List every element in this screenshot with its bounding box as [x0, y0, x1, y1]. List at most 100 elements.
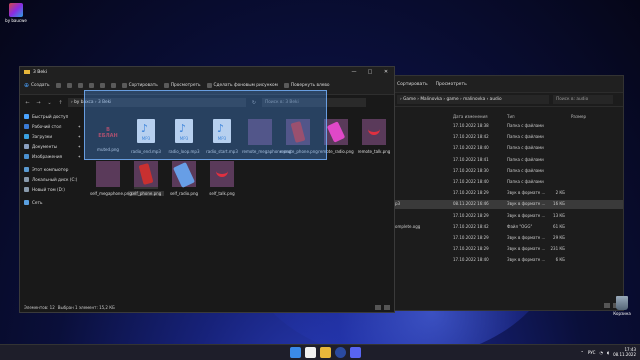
- sidebar-item[interactable]: Этот компьютер: [20, 164, 84, 174]
- rotate-left-button[interactable]: Повернуть влево: [283, 83, 330, 88]
- cell-date: 17.10.2022 18:38: [453, 123, 489, 128]
- sidebar-item[interactable]: Локальный диск (C:): [20, 174, 84, 184]
- cell-date: 17.10.2022 18:30: [453, 167, 489, 173]
- back-breadcrumb[interactable]: › Game › Malinovka › game › malinovka › …: [397, 95, 549, 104]
- language-indicator[interactable]: РУС: [588, 350, 596, 355]
- app-icon[interactable]: [335, 347, 346, 358]
- sidebar-item-icon: [24, 176, 29, 182]
- back-sort-button[interactable]: Сортировать: [397, 82, 428, 87]
- file-item[interactable]: self_talk.png: [204, 159, 240, 196]
- wifi-icon[interactable]: ◔: [599, 350, 603, 355]
- back-file-row[interactable]: omplete.ogg 17.10.2022 18:42 Файл "OGG" 61 …: [393, 223, 623, 232]
- plus-icon: ⊕: [24, 82, 30, 89]
- close-button[interactable]: ✕: [378, 69, 394, 75]
- back-file-row[interactable]: 17.10.2022 18:30 Папка с файлами: [393, 167, 623, 176]
- item-count: Элементов: 12: [24, 304, 55, 310]
- set-wallpaper-button[interactable]: Сделать фоновым рисунком: [206, 83, 278, 88]
- file-item[interactable]: self_megaphone.png: [90, 159, 132, 196]
- back-arrow-icon[interactable]: ←: [24, 100, 31, 106]
- cell-size: 6 КБ: [555, 257, 565, 263]
- back-file-row[interactable]: 17.10.2022 18:29 Звук в формате ... 2 КБ: [393, 189, 623, 198]
- back-file-row[interactable]: 17.10.2022 18:41 Папка с файлами: [393, 156, 623, 165]
- maximize-button[interactable]: □: [362, 69, 378, 75]
- phone-icon: [138, 163, 154, 185]
- delete-button[interactable]: [110, 83, 116, 88]
- navigation-pane: Быстрый доступ Рабочий стол ✦ Загрузки ✦ Доку…: [20, 111, 84, 302]
- column-type[interactable]: Тип: [507, 114, 515, 119]
- back-file-row[interactable]: 17.10.2022 18:40 Папка с файлами: [393, 178, 623, 187]
- sidebar-item[interactable]: Загрузки ✦: [20, 131, 84, 141]
- cell-name: omplete.ogg: [395, 223, 421, 229]
- archive-icon: [9, 3, 23, 17]
- pin-icon: ✦: [77, 153, 81, 159]
- yandex-icon[interactable]: [305, 347, 316, 358]
- back-file-row[interactable]: 17.10.2022 18:40 Папка с файлами: [393, 144, 623, 153]
- details-view-icon[interactable]: [375, 304, 381, 310]
- smile-image: [210, 161, 234, 187]
- column-date[interactable]: Дата изменения: [453, 114, 488, 119]
- back-view-button[interactable]: Просмотреть: [436, 82, 467, 87]
- cell-date: 17.10.2022 18:41: [453, 156, 489, 162]
- sort-button[interactable]: Сортировать: [121, 83, 158, 88]
- file-item[interactable]: self_radio.png: [166, 159, 202, 196]
- desktop-icon-recycle-bin[interactable]: Корзина: [609, 296, 635, 316]
- sidebar-item[interactable]: Рабочий стол ✦: [20, 121, 84, 131]
- paste-button[interactable]: [77, 83, 83, 88]
- chevron-up-icon[interactable]: ⌃: [580, 350, 583, 355]
- cell-date: 08.11.2022 16:46: [453, 201, 489, 207]
- column-size[interactable]: Размер: [571, 114, 586, 119]
- sidebar-item[interactable]: Изображения ✦: [20, 151, 84, 161]
- back-file-row[interactable]: 17.10.2022 18:29 Звук в формате ... 13 КБ: [393, 212, 623, 221]
- forward-arrow-icon[interactable]: →: [35, 100, 42, 106]
- volume-icon[interactable]: ◖: [607, 350, 609, 355]
- back-file-row[interactable]: 17.10.2022 18:29 Звук в формате ... 29 КБ: [393, 234, 623, 243]
- create-button[interactable]: ⊕ Создать: [24, 82, 50, 89]
- back-file-row[interactable]: 17.10.2022 18:42 Папка с файлами: [393, 133, 623, 142]
- recent-chevron-icon[interactable]: ⌄: [46, 100, 53, 106]
- up-arrow-icon[interactable]: ↑: [57, 100, 64, 106]
- desktop-icon-archive[interactable]: by baucwe: [3, 3, 29, 23]
- background-explorer-window[interactable]: Сортировать Просмотреть › Game › Malinov…: [392, 75, 624, 311]
- file-item[interactable]: self_phone.png: [128, 159, 164, 196]
- file-item[interactable]: remote_talk.png: [356, 117, 392, 154]
- back-file-row[interactable]: p3 08.11.2022 16:46 Звук в формате ... 16 К…: [393, 200, 623, 210]
- rename-icon: [88, 83, 94, 88]
- file-thumbnail: [362, 119, 386, 147]
- view-icon: [163, 83, 169, 88]
- back-file-row[interactable]: 17.10.2022 18:38 Папка с файлами: [393, 122, 623, 131]
- back-file-row[interactable]: 17.10.2022 18:40 Звук в формате ... 6 КБ: [393, 256, 623, 265]
- back-address-bar: › Game › Malinovka › game › malinovka › …: [393, 93, 623, 107]
- cell-size: 13 КБ: [553, 212, 565, 218]
- start-icon[interactable]: [290, 347, 301, 358]
- cell-type: Папка с файлами: [507, 167, 544, 173]
- rotate-left-label: Повернуть влево: [290, 83, 330, 88]
- smile-icon: [368, 127, 380, 135]
- file-thumbnail: [172, 161, 196, 189]
- blueradio-image: [172, 161, 196, 188]
- rename-button[interactable]: [88, 83, 94, 88]
- cut-button[interactable]: [55, 83, 61, 88]
- title-bar[interactable]: 3 Beki — □ ✕: [20, 67, 394, 77]
- copy-icon: [66, 83, 72, 88]
- sidebar-item-icon: [24, 123, 29, 129]
- file-name: self_megaphone.png: [90, 191, 132, 196]
- back-search-input[interactable]: Поиск в: audio: [553, 95, 613, 104]
- share-button[interactable]: [99, 83, 105, 88]
- sidebar-item-icon: [24, 143, 29, 149]
- sidebar-item[interactable]: Быстрый доступ: [20, 111, 84, 121]
- clock[interactable]: 17:43 08.11.2022: [613, 347, 636, 357]
- sidebar-item-label: Изображения: [32, 153, 63, 159]
- discord-icon[interactable]: [350, 347, 361, 358]
- sidebar-item[interactable]: Документы ✦: [20, 141, 84, 151]
- minimize-button[interactable]: —: [346, 69, 362, 75]
- back-file-row[interactable]: 17.10.2022 18:29 Звук в формате ... 231 КБ: [393, 245, 623, 254]
- cell-type: Звук в формате ...: [507, 257, 546, 263]
- sidebar-item[interactable]: Новый том (D:): [20, 184, 84, 194]
- explorer-icon[interactable]: [320, 347, 331, 358]
- sidebar-item-label: Загрузки: [32, 133, 53, 139]
- view-button[interactable]: Просмотреть: [163, 83, 201, 88]
- selection-info: Выбран 1 элемент: 15,2 КБ: [57, 304, 115, 310]
- sidebar-item[interactable]: Сеть: [20, 197, 84, 207]
- copy-button[interactable]: [66, 83, 72, 88]
- tiles-view-icon[interactable]: [384, 304, 390, 310]
